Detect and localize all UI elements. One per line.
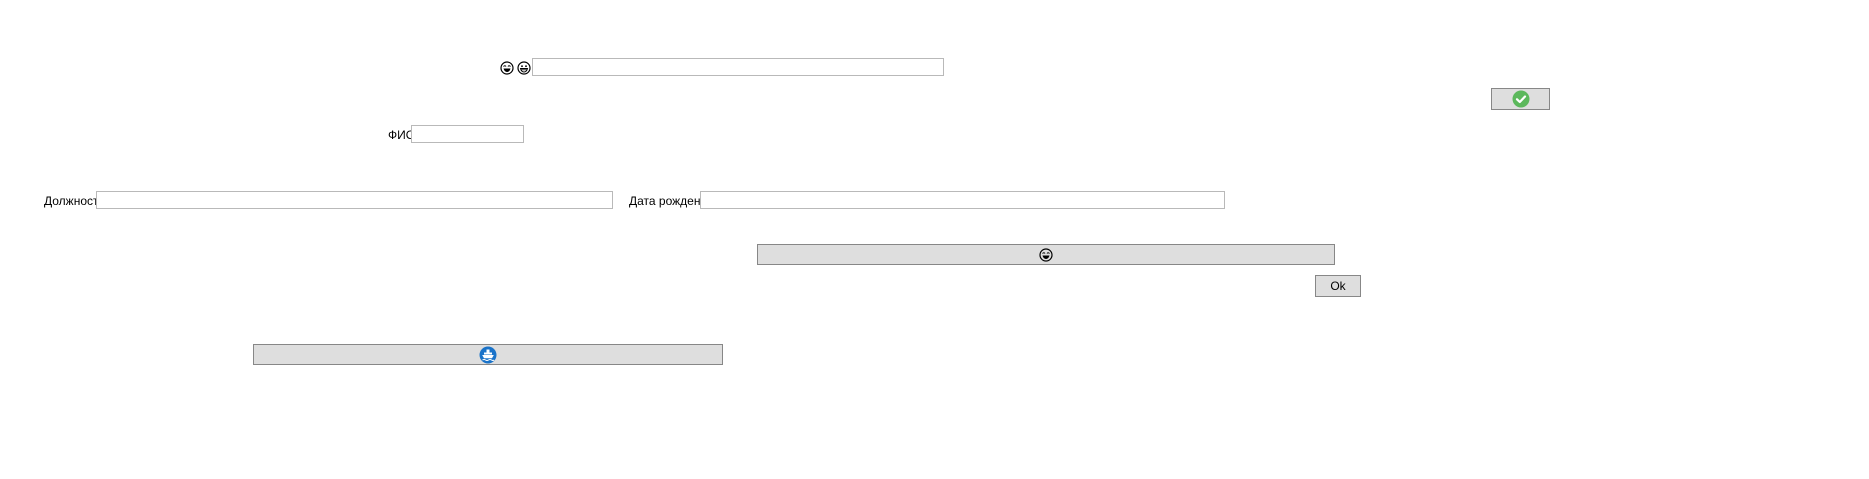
ok-button-label: Ok — [1330, 279, 1346, 293]
laughing-face-icon — [1039, 247, 1053, 262]
top-text-input[interactable] — [532, 58, 944, 76]
grinning-face-icon — [517, 61, 531, 75]
birthdate-input[interactable] — [700, 191, 1225, 209]
emoji-button[interactable] — [757, 244, 1335, 265]
ship-button[interactable] — [253, 344, 723, 365]
fio-input[interactable] — [411, 125, 524, 143]
laughing-face-icon — [500, 61, 514, 75]
ok-button[interactable]: Ok — [1315, 275, 1361, 297]
position-input[interactable] — [96, 191, 613, 209]
green-checkmark-icon — [1512, 90, 1530, 108]
confirm-button[interactable] — [1491, 88, 1550, 110]
blue-ship-icon — [479, 346, 497, 364]
